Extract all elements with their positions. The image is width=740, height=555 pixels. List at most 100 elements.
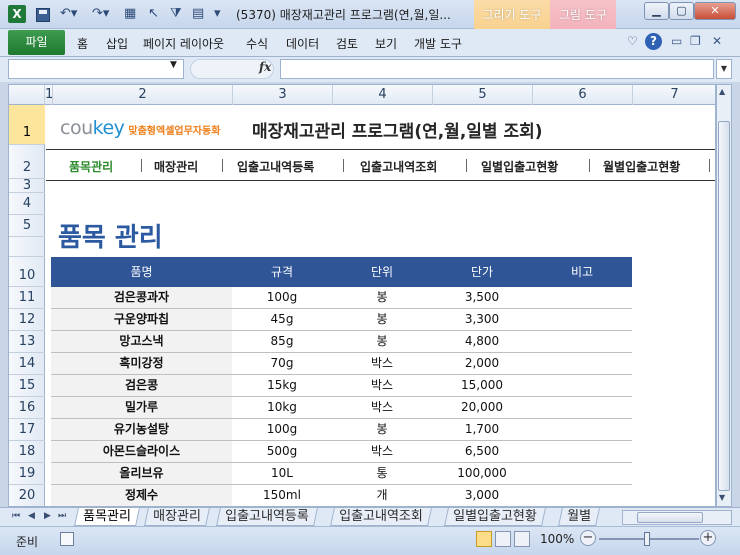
cell-unit[interactable]: 박스 (332, 397, 432, 418)
undo-icon[interactable]: ↶▾ (60, 6, 77, 21)
cell-item-name[interactable]: 검은콩과자 (51, 287, 232, 308)
sheet-tab-items[interactable]: 품목관리 (74, 508, 140, 526)
redo-icon[interactable]: ↷▾ (92, 6, 109, 21)
cell-note[interactable] (532, 441, 632, 462)
cell-note[interactable] (532, 485, 632, 506)
nav-item-items[interactable]: 품목관리 (69, 158, 113, 175)
row-header-cell[interactable]: 5 (9, 215, 45, 237)
cell-spec[interactable]: 15kg (232, 375, 332, 396)
filter-icon[interactable]: ⧩ (170, 6, 182, 21)
cell-unit[interactable]: 봉 (332, 419, 432, 440)
insert-function-button[interactable]: fx (259, 60, 271, 74)
tab-home[interactable]: 홈 (77, 35, 88, 52)
cell-unit[interactable]: 박스 (332, 441, 432, 462)
cell-spec[interactable]: 45g (232, 309, 332, 330)
cell-price[interactable]: 1,700 (432, 419, 532, 440)
name-box[interactable] (8, 59, 184, 79)
cell-spec[interactable]: 100g (232, 287, 332, 308)
tab-data[interactable]: 데이터 (286, 35, 319, 52)
customize-toolbar-icon[interactable]: ▾ (214, 6, 221, 21)
column-header-cell[interactable]: 1 (45, 85, 53, 105)
row-header-cell[interactable]: 2 (9, 145, 45, 179)
normal-view-button[interactable] (476, 531, 492, 547)
maximize-button[interactable]: ▢ (669, 2, 694, 20)
vertical-scrollbar[interactable]: ▲ ▼ (716, 84, 732, 507)
row-header-cell[interactable]: 18 (9, 441, 45, 463)
cell-unit[interactable]: 봉 (332, 309, 432, 330)
file-tab[interactable]: 파일 (8, 30, 65, 55)
cell-note[interactable] (532, 463, 632, 484)
nav-item-io-inquiry[interactable]: 입출고내역조회 (360, 158, 437, 175)
tab-page-layout[interactable]: 페이지 레이아웃 (143, 35, 224, 52)
cell-spec[interactable]: 85g (232, 331, 332, 352)
excel-app-icon[interactable]: X (8, 5, 26, 23)
cell-item-name[interactable]: 구운양파칩 (51, 309, 232, 330)
cell-note[interactable] (532, 287, 632, 308)
cell-note[interactable] (532, 309, 632, 330)
cell-unit[interactable]: 박스 (332, 353, 432, 374)
tab-insert[interactable]: 삽입 (106, 35, 128, 52)
cell-unit[interactable]: 박스 (332, 375, 432, 396)
cell-unit[interactable]: 봉 (332, 331, 432, 352)
cell-item-name[interactable]: 유기농설탕 (51, 419, 232, 440)
cell-unit[interactable]: 봉 (332, 287, 432, 308)
row-header-cell[interactable]: 3 (9, 179, 45, 193)
heart-icon[interactable]: ♡ (627, 34, 638, 48)
cell-item-name[interactable]: 검은콩 (51, 375, 232, 396)
cell-item-name[interactable]: 정제수 (51, 485, 232, 506)
first-sheet-icon[interactable]: ⏮ (12, 511, 20, 521)
pointer-icon[interactable]: ↖ (148, 6, 159, 21)
restore-icon[interactable]: ❐ (690, 34, 701, 48)
page-layout-view-button[interactable] (495, 531, 511, 547)
cell-item-name[interactable]: 아몬드슬라이스 (51, 441, 232, 462)
cell-price[interactable]: 100,000 (432, 463, 532, 484)
cell-spec[interactable]: 10L (232, 463, 332, 484)
row-header-cell[interactable]: 20 (9, 485, 45, 506)
cell-spec[interactable]: 150ml (232, 485, 332, 506)
formula-input[interactable] (280, 59, 714, 79)
row-header-cell[interactable]: 11 (9, 287, 45, 309)
row-header-cell[interactable]: 14 (9, 353, 45, 375)
worksheet-grid[interactable]: 1 2 3 4 5 6 7 1 2 3 4 5 10 11 12 13 14 1… (8, 84, 716, 507)
close-button[interactable]: ✕ (694, 2, 736, 20)
cell-price[interactable]: 3,300 (432, 309, 532, 330)
macro-record-icon[interactable] (60, 532, 74, 546)
row-header-cell[interactable]: 17 (9, 419, 45, 441)
horizontal-scrollbar[interactable] (622, 510, 732, 525)
select-all-button[interactable] (9, 85, 45, 105)
cell-price[interactable]: 20,000 (432, 397, 532, 418)
sheet-tab-stores[interactable]: 매장관리 (144, 508, 210, 526)
tab-view[interactable]: 보기 (375, 35, 397, 52)
cell-item-name[interactable]: 밀가루 (51, 397, 232, 418)
tab-formulas[interactable]: 수식 (246, 35, 268, 52)
chevron-down-icon[interactable]: ▼ (170, 60, 177, 70)
sheet-tab-daily-status[interactable]: 일별입출고현황 (444, 508, 546, 526)
next-sheet-icon[interactable]: ▶ (44, 511, 51, 521)
cell-price[interactable]: 4,800 (432, 331, 532, 352)
scroll-up-icon[interactable]: ▲ (719, 87, 725, 96)
row-header-cell[interactable]: 19 (9, 463, 45, 485)
nav-item-io-register[interactable]: 입출고내역등록 (237, 158, 314, 175)
row-header-cell[interactable]: 10 (9, 257, 45, 287)
save-icon[interactable] (36, 8, 50, 22)
form-icon[interactable]: ▤ (192, 6, 204, 21)
cell-price[interactable]: 6,500 (432, 441, 532, 462)
sheet-tab-io-inquiry[interactable]: 입출고내역조회 (330, 508, 432, 526)
cell-note[interactable] (532, 353, 632, 374)
cell-spec[interactable]: 500g (232, 441, 332, 462)
help-icon[interactable]: ? (645, 33, 662, 50)
last-sheet-icon[interactable]: ⏭ (58, 511, 66, 521)
column-header-cell[interactable]: 2 (53, 85, 233, 105)
cell-item-name[interactable]: 올리브유 (51, 463, 232, 484)
scroll-down-icon[interactable]: ▼ (719, 493, 725, 502)
cell-unit[interactable]: 개 (332, 485, 432, 506)
nav-item-monthly-status[interactable]: 월별입출고현황 (603, 158, 680, 175)
horizontal-scroll-thumb[interactable] (637, 512, 703, 523)
cell-note[interactable] (532, 397, 632, 418)
cell-item-name[interactable]: 흑미강정 (51, 353, 232, 374)
row-header-cell[interactable]: 15 (9, 375, 45, 397)
page-break-view-button[interactable] (514, 531, 530, 547)
column-header-cell[interactable]: 5 (433, 85, 533, 105)
nav-item-stores[interactable]: 매장관리 (154, 158, 198, 175)
row-header-cell[interactable]: 4 (9, 193, 45, 215)
